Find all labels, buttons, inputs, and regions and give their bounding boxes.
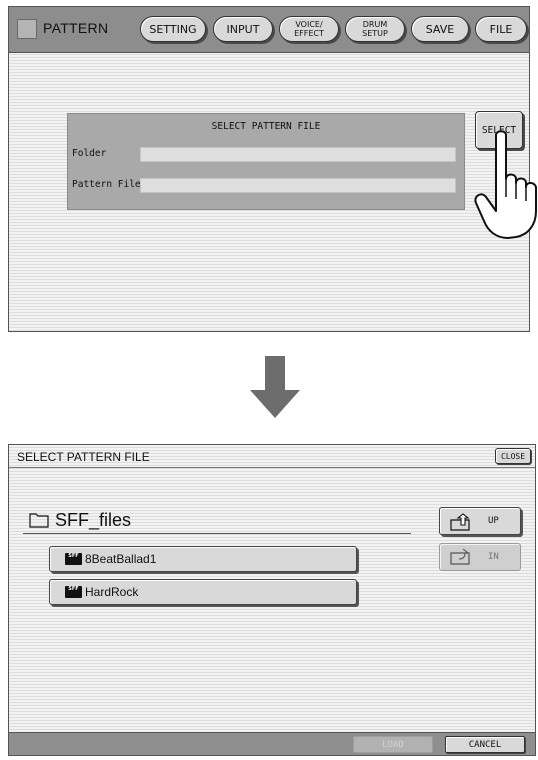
tab-file[interactable]: FILE (475, 16, 527, 42)
dialog-header: SELECT PATTERN FILE CLOSE (9, 445, 535, 468)
pattern-screen: PATTERN SETTING INPUT VOICE/ EFFECT DRUM… (8, 6, 530, 332)
close-button[interactable]: CLOSE (495, 448, 531, 464)
select-pattern-panel: SELECT PATTERN FILE Folder Pattern File (67, 113, 465, 210)
pattern-header-bar: PATTERN SETTING INPUT VOICE/ EFFECT DRUM… (9, 7, 529, 53)
dialog-footer: LOAD CANCEL (9, 732, 535, 755)
cancel-button[interactable]: CANCEL (445, 736, 525, 753)
folder-in-icon (450, 549, 470, 565)
folder-field (140, 147, 456, 162)
up-button[interactable]: UP (439, 507, 521, 535)
panel-title: SELECT PATTERN FILE (211, 121, 321, 132)
sff-file-icon: SFF (65, 586, 82, 598)
folder-icon (29, 513, 49, 528)
current-folder: SFF_files (23, 507, 411, 534)
in-label: IN (488, 552, 499, 562)
sff-file-icon: SFF (65, 553, 82, 565)
pointing-hand-icon (474, 130, 537, 239)
folder-label: Folder (72, 148, 107, 159)
dialog-title: SELECT PATTERN FILE (17, 450, 150, 464)
up-label: UP (488, 516, 499, 526)
tab-voice-effect[interactable]: VOICE/ EFFECT (279, 16, 339, 42)
mode-indicator-icon (17, 19, 37, 39)
file-name: HardRock (85, 585, 139, 599)
file-item-hardrock[interactable]: SFF HardRock (49, 579, 357, 605)
file-name: 8BeatBallad1 (85, 552, 157, 566)
tab-input[interactable]: INPUT (213, 16, 273, 42)
down-arrow-icon (250, 356, 300, 418)
in-button[interactable]: IN (439, 543, 521, 571)
load-button[interactable]: LOAD (353, 736, 433, 753)
page-title: PATTERN (43, 20, 109, 36)
tab-drum-setup[interactable]: DRUM SETUP (345, 16, 405, 42)
pattern-body: SELECT PATTERN FILE Folder Pattern File (9, 53, 529, 331)
tab-save[interactable]: SAVE (411, 16, 469, 42)
file-item-8beatballad1[interactable]: SFF 8BeatBallad1 (49, 546, 357, 572)
select-pattern-file-dialog: SELECT PATTERN FILE CLOSE SFF_files SFF … (8, 444, 536, 756)
pattern-file-label: Pattern File (72, 179, 141, 190)
folder-up-icon (450, 513, 470, 531)
tab-setting[interactable]: SETTING (140, 16, 206, 42)
folder-name: SFF_files (55, 510, 132, 530)
pattern-file-field (140, 178, 456, 193)
